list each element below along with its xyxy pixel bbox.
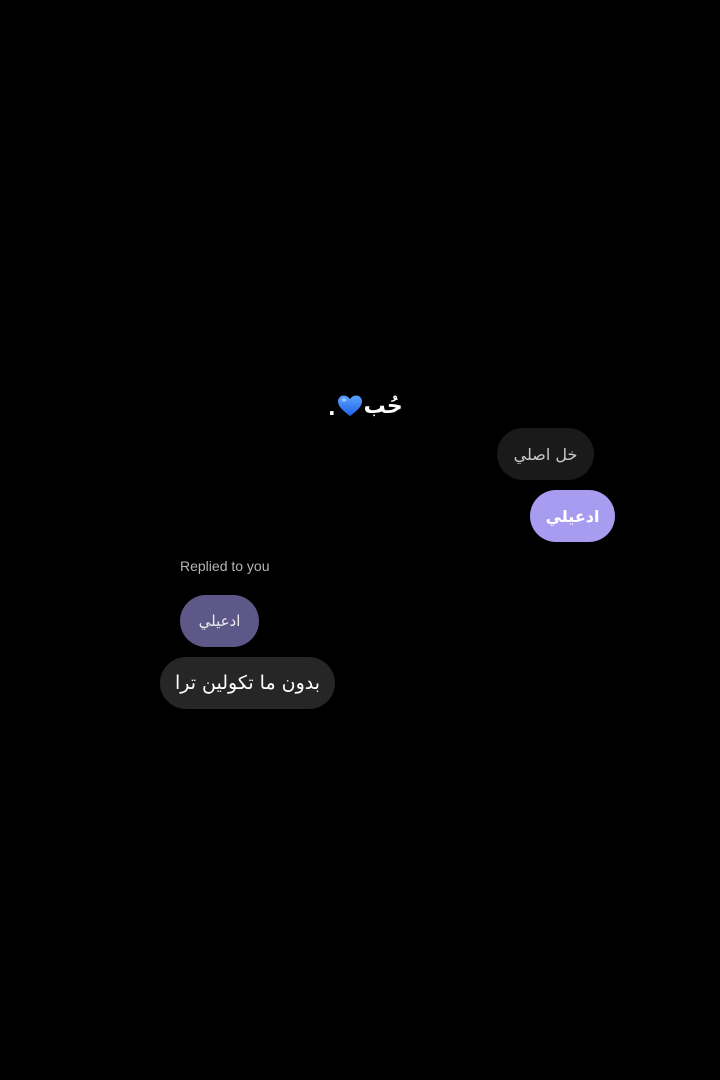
quoted-message-text: ادعيلي bbox=[198, 612, 241, 630]
replied-to-you-label: Replied to you bbox=[180, 558, 270, 574]
message-text: ادعيلي bbox=[545, 506, 600, 526]
message-text: بدون ما تكولين ترا bbox=[174, 672, 321, 694]
caption: . حُب bbox=[328, 392, 403, 421]
message-bubble-outgoing[interactable]: خل اصلي bbox=[497, 428, 594, 480]
message-bubble-incoming[interactable]: بدون ما تكولين ترا bbox=[160, 657, 335, 709]
message-bubble-outgoing-highlighted[interactable]: ادعيلي bbox=[530, 490, 615, 542]
message-text: خل اصلي bbox=[513, 444, 578, 464]
caption-dot: . bbox=[328, 396, 336, 420]
blue-heart-icon bbox=[337, 395, 362, 416]
chat-screen: . حُب خل اصلي ادعيلي Replied to you ادعي… bbox=[0, 0, 720, 1080]
caption-text: حُب bbox=[363, 393, 403, 419]
quoted-message-bubble[interactable]: ادعيلي bbox=[180, 595, 259, 647]
